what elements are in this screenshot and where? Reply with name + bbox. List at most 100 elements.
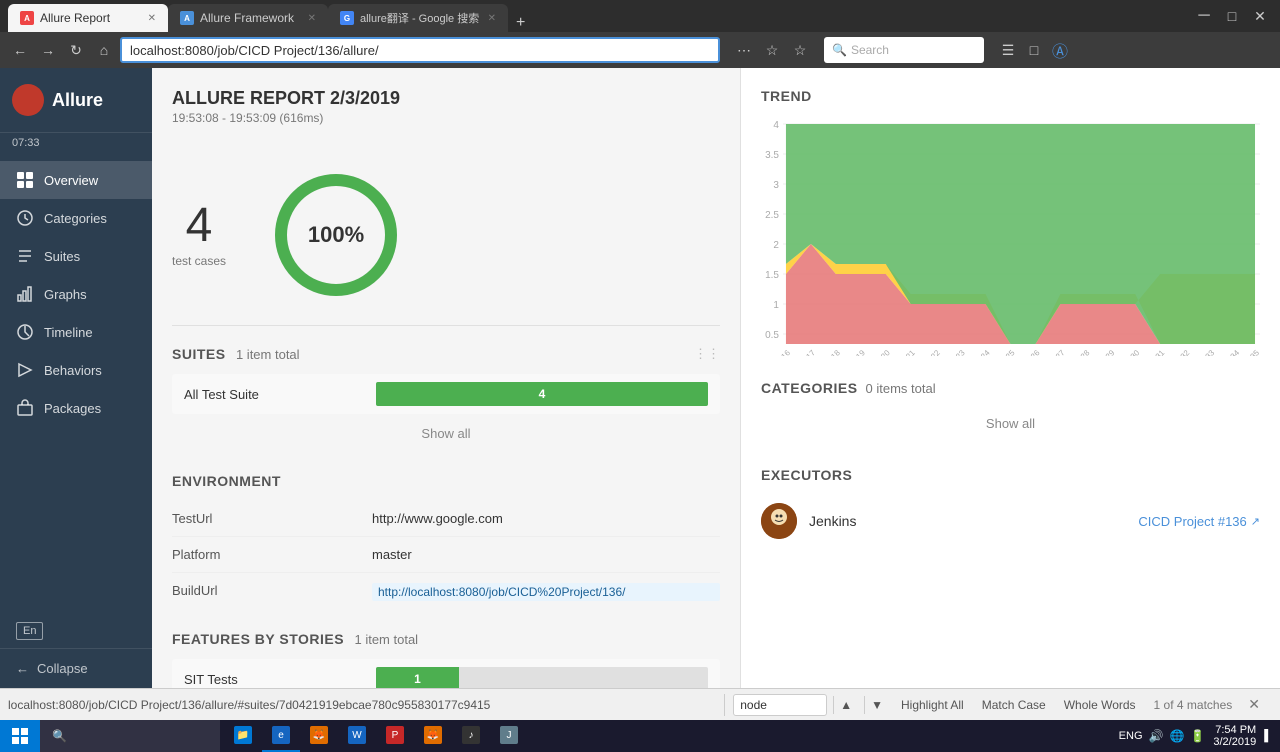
categories-header: CATEGORIES 0 items total xyxy=(761,380,1260,396)
suites-show-all[interactable]: Show all xyxy=(172,414,720,453)
search-placeholder: Search xyxy=(851,43,976,57)
executor-link-1[interactable]: CICD Project #136 ↗ xyxy=(1138,514,1260,529)
suites-title: SUITES 1 item total xyxy=(172,346,300,362)
taskbar-app-jenkins[interactable]: J xyxy=(490,720,528,752)
taskbar-battery-icon[interactable]: 🔋 xyxy=(1190,729,1205,743)
svg-text:#26: #26 xyxy=(1026,348,1042,356)
sidebar-item-label-graphs: Graphs xyxy=(44,287,87,302)
find-input[interactable] xyxy=(740,698,820,712)
taskbar-app-ppt[interactable]: P xyxy=(376,720,414,752)
home-button[interactable]: ⌂ xyxy=(92,38,116,62)
taskbar-search[interactable]: 🔍 xyxy=(40,720,220,752)
close-button[interactable]: ✕ xyxy=(1248,4,1272,28)
executor-row-1: Jenkins CICD Project #136 ↗ xyxy=(761,495,1260,547)
refresh-button[interactable]: ↻ xyxy=(64,38,88,62)
sidebar-item-suites[interactable]: Suites xyxy=(0,237,152,275)
env-val-buildurl[interactable]: http://localhost:8080/job/CICD%20Project… xyxy=(372,583,720,601)
back-button[interactable]: ← xyxy=(8,38,32,62)
search-bar[interactable]: 🔍 Search xyxy=(824,37,984,63)
svg-text:3: 3 xyxy=(773,180,779,191)
collapse-label: Collapse xyxy=(37,661,88,676)
svg-text:#18: #18 xyxy=(826,348,842,356)
minimize-button[interactable]: ─ xyxy=(1192,4,1216,28)
match-case-button[interactable]: Match Case xyxy=(976,696,1052,714)
taskbar-lang[interactable]: ENG xyxy=(1119,730,1143,742)
reading-list-icon[interactable]: ☰ xyxy=(996,38,1020,62)
taskbar-network-icon[interactable]: 🌐 xyxy=(1169,729,1184,743)
behaviors-icon xyxy=(16,361,34,379)
packages-icon xyxy=(16,399,34,417)
maximize-button[interactable]: □ xyxy=(1220,4,1244,28)
taskbar-app-firefox[interactable]: 🦊 xyxy=(300,720,338,752)
taskbar-ff-icon: 🦊 xyxy=(310,726,328,744)
overview-icon xyxy=(16,171,34,189)
tab-label-1: Allure Report xyxy=(40,11,110,25)
feature-row-1[interactable]: SIT Tests 1 xyxy=(172,659,720,688)
browser-chrome: A Allure Report ✕ A Allure Framework ✕ G… xyxy=(0,0,1280,68)
svg-text:#20: #20 xyxy=(876,348,892,356)
sidebar-language[interactable]: En xyxy=(0,614,152,648)
svg-text:#25: #25 xyxy=(1001,348,1017,356)
find-prev-button[interactable]: ▲ xyxy=(833,696,858,714)
test-count: 4 test cases xyxy=(172,202,226,268)
sidebar-item-graphs[interactable]: Graphs xyxy=(0,275,152,313)
start-button[interactable] xyxy=(0,720,40,752)
extensions-icon[interactable]: ☆ xyxy=(788,38,812,62)
find-input-wrap[interactable] xyxy=(733,694,827,716)
account-icon[interactable]: Ⓐ xyxy=(1048,38,1072,62)
tab-favicon-1: A xyxy=(20,11,34,25)
executor-name-1: Jenkins xyxy=(809,513,1126,529)
find-close-button[interactable]: ✕ xyxy=(1244,696,1264,713)
whole-words-button[interactable]: Whole Words xyxy=(1058,696,1142,714)
tab-allure-report[interactable]: A Allure Report ✕ xyxy=(8,4,168,32)
taskbar-show-desktop[interactable]: ▌ xyxy=(1264,730,1272,742)
sidebar-item-packages[interactable]: Packages xyxy=(0,389,152,427)
taskbar-app-music[interactable]: ♪ xyxy=(452,720,490,752)
categories-count: 0 items total xyxy=(866,381,936,396)
find-next-button[interactable]: ▼ xyxy=(864,696,889,714)
suite-row-1[interactable]: All Test Suite 4 xyxy=(172,374,720,414)
browser-controls: ← → ↻ ⌂ localhost:8080/job/CICD Project/… xyxy=(0,32,1280,68)
taskbar-clock[interactable]: 7:54 PM 3/2/2019 xyxy=(1213,724,1256,748)
sidebar-logo xyxy=(12,84,44,116)
tab-allure-framework[interactable]: A Allure Framework ✕ xyxy=(168,4,328,32)
taskbar-ff2-icon: 🦊 xyxy=(424,726,442,744)
taskbar-app-explorer[interactable]: 📁 xyxy=(224,720,262,752)
address-bar[interactable]: localhost:8080/job/CICD Project/136/allu… xyxy=(120,37,720,63)
sidebar-item-categories[interactable]: Categories xyxy=(0,199,152,237)
forward-button[interactable]: → xyxy=(36,38,60,62)
sidebar-item-behaviors[interactable]: Behaviors xyxy=(0,351,152,389)
feature-bar-track-1: 1 xyxy=(376,667,708,688)
tab-close-3[interactable]: ✕ xyxy=(488,13,496,24)
tab-google[interactable]: G allure翻译 - Google 搜索 ✕ xyxy=(328,4,508,32)
bookmark-icon[interactable]: ⋯ xyxy=(732,38,756,62)
taskbar-word-icon: W xyxy=(348,726,366,744)
environment-table: TestUrl http://www.google.com Platform m… xyxy=(172,501,720,611)
taskbar-jenkins-icon: J xyxy=(500,726,518,744)
reader-icon[interactable]: ☆ xyxy=(760,38,784,62)
highlight-all-button[interactable]: Highlight All xyxy=(895,696,970,714)
sidebar-item-overview[interactable]: Overview xyxy=(0,161,152,199)
env-key-buildurl: BuildUrl xyxy=(172,583,372,601)
sidebar-item-timeline[interactable]: Timeline xyxy=(0,313,152,351)
taskbar-app-ff2[interactable]: 🦊 xyxy=(414,720,452,752)
test-count-label: test cases xyxy=(172,254,226,268)
status-bar: localhost:8080/job/CICD Project/136/allu… xyxy=(0,688,1280,720)
suites-menu-icon[interactable]: ⋮⋮ xyxy=(694,346,720,362)
taskbar-volume-icon[interactable]: 🔊 xyxy=(1149,729,1164,743)
tab-close-1[interactable]: ✕ xyxy=(148,13,156,24)
browser-tabs: A Allure Report ✕ A Allure Framework ✕ G… xyxy=(8,0,533,32)
features-section: FEATURES BY STORIES 1 item total SIT Tes… xyxy=(172,631,720,688)
taskbar-systray: ENG 🔊 🌐 🔋 xyxy=(1119,729,1206,743)
trend-chart: 4 3.5 3 2.5 2 1.5 1 0.5 xyxy=(761,116,1260,356)
pin-icon[interactable]: □ xyxy=(1022,38,1046,62)
sidebar-collapse[interactable]: ← Collapse xyxy=(0,648,152,688)
taskbar-app-ie[interactable]: e xyxy=(262,720,300,752)
categories-show-all[interactable]: Show all xyxy=(761,404,1260,443)
env-row-testurl: TestUrl http://www.google.com xyxy=(172,501,720,537)
find-bar: ▲ ▼ Highlight All Match Case Whole Words… xyxy=(724,694,1272,716)
new-tab-button[interactable]: + xyxy=(508,14,533,32)
taskbar-app-word[interactable]: W xyxy=(338,720,376,752)
tab-close-2[interactable]: ✕ xyxy=(308,13,316,24)
svg-text:#27: #27 xyxy=(1051,348,1067,356)
